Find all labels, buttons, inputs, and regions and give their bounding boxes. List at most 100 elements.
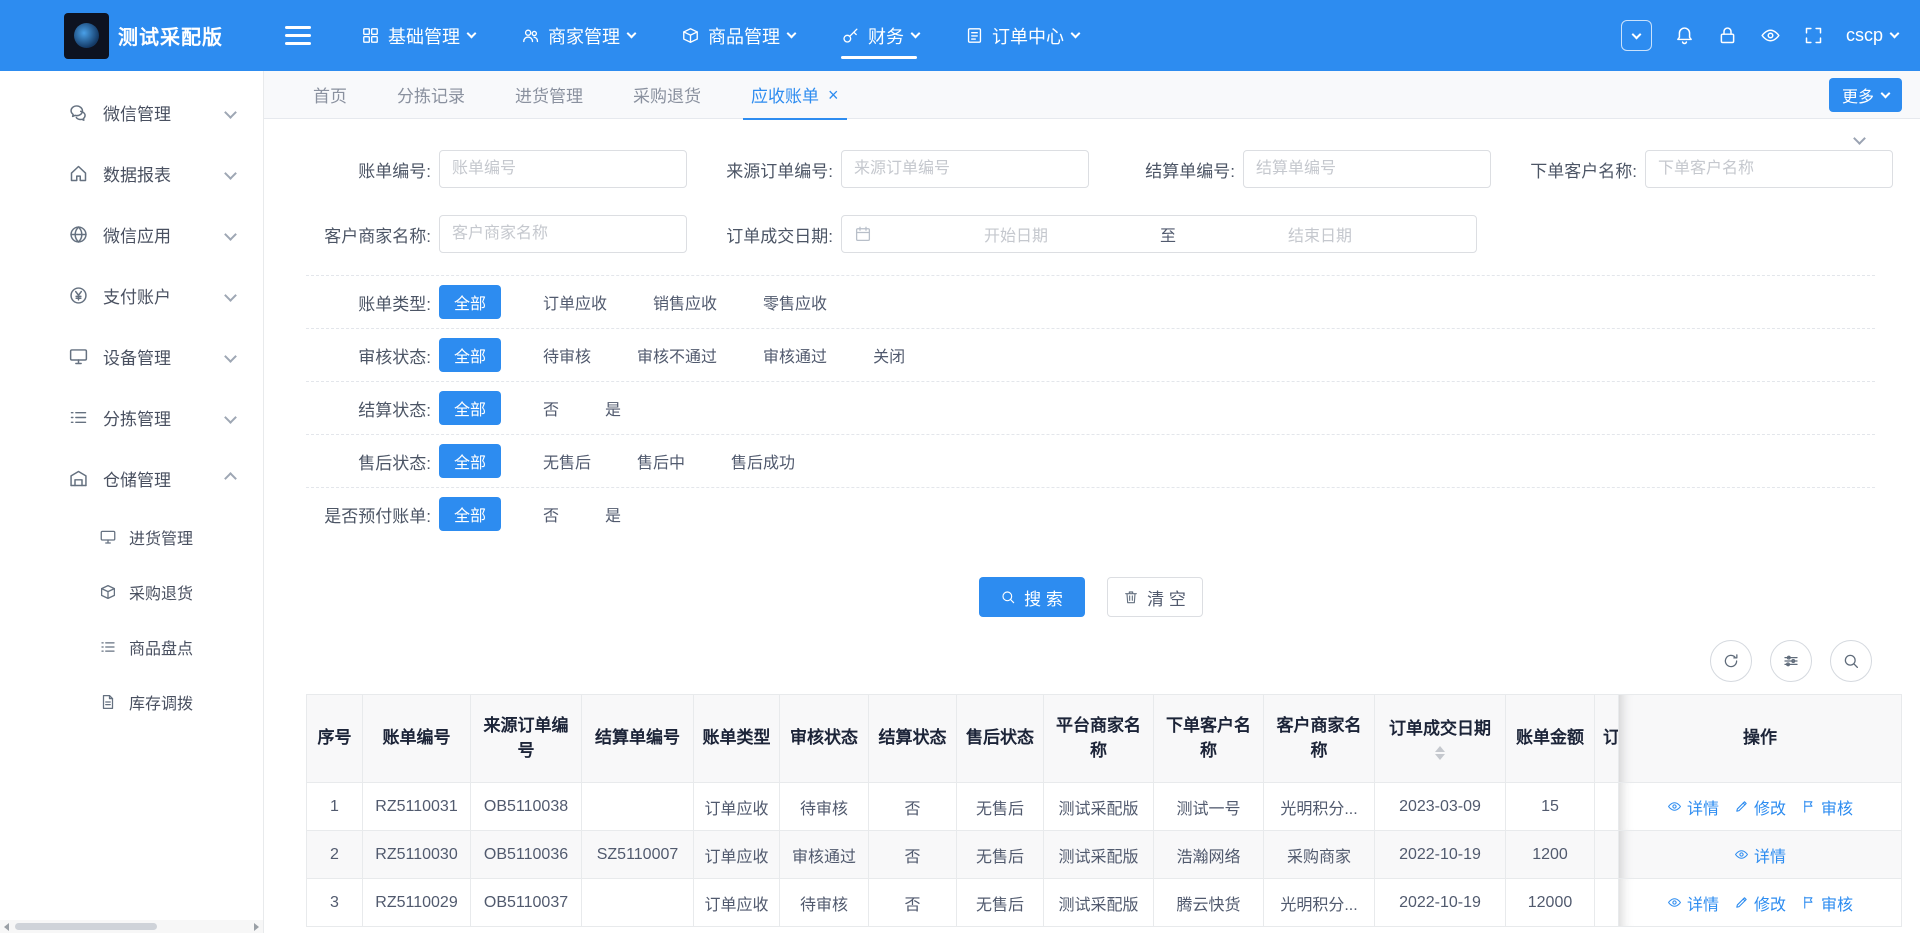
- settlement-no-input[interactable]: [1243, 150, 1491, 188]
- customer-name-input[interactable]: [1645, 150, 1893, 188]
- prepaid-option[interactable]: 是: [605, 502, 621, 526]
- customer-merchant-input[interactable]: [439, 215, 687, 253]
- tab-purchase-return[interactable]: 采购退货: [625, 71, 709, 119]
- audit-status-all-button[interactable]: 全部: [439, 338, 502, 372]
- clear-button[interactable]: 清 空: [1106, 577, 1203, 617]
- table-cell: RZ5110029: [362, 878, 471, 927]
- sort-icons[interactable]: [1435, 745, 1445, 760]
- purchase-in-icon: [99, 528, 117, 546]
- audit-link[interactable]: 审核: [1801, 795, 1853, 819]
- detail-link[interactable]: 详情: [1667, 795, 1719, 819]
- nav-finance[interactable]: 财务: [841, 0, 921, 71]
- bill-type-option[interactable]: 销售应收: [653, 290, 717, 314]
- audit-link[interactable]: 审核: [1801, 891, 1853, 915]
- radio-row-label: 账单类型:: [358, 294, 431, 314]
- eye-icon: [1667, 895, 1682, 910]
- notification-button[interactable]: [1674, 25, 1695, 46]
- aftersale-status-all-button[interactable]: 全部: [439, 444, 502, 478]
- search-button[interactable]: 搜 索: [978, 577, 1085, 617]
- sidebar-subitem-inventory-check[interactable]: 商品盘点: [0, 619, 263, 674]
- settle-status-all-button[interactable]: 全部: [439, 391, 502, 425]
- tab-purchase-in[interactable]: 进货管理: [507, 71, 591, 119]
- bill-type-option[interactable]: 订单应收: [543, 290, 607, 314]
- table-cell: 否: [868, 782, 957, 831]
- tab-receivable-bills[interactable]: 应收账单 ×: [743, 71, 847, 120]
- sidebar-item-label: 设备管理: [103, 349, 171, 368]
- nav-base-management[interactable]: 基础管理: [361, 0, 477, 71]
- tab-home[interactable]: 首页: [305, 71, 355, 119]
- sidebar-subitem-purchase-in[interactable]: 进货管理: [0, 509, 263, 564]
- nav-order-center[interactable]: 订单中心: [965, 0, 1081, 71]
- table-toolbar: [264, 640, 1872, 682]
- refresh-button[interactable]: [1710, 640, 1752, 682]
- prepaid-all-button[interactable]: 全部: [439, 497, 502, 531]
- tab-sorting-records[interactable]: 分拣记录: [389, 71, 473, 119]
- edit-link[interactable]: 修改: [1734, 795, 1786, 819]
- settle-status-option[interactable]: 是: [605, 396, 621, 420]
- scroll-right-icon[interactable]: [254, 922, 259, 931]
- sidebar-toggle-button[interactable]: [285, 26, 311, 45]
- sidebar-item-warehouse[interactable]: 仓储管理: [0, 448, 263, 509]
- nav-merchant-management[interactable]: 商家管理: [521, 0, 637, 71]
- table-cell: 测试一号: [1153, 782, 1264, 831]
- table-row: 3 RZ5110029 OB5110037 订单应收 待审核 否 无售后 测试采…: [306, 878, 1902, 927]
- sidebar-subitem-stock-transfer[interactable]: 库存调拨: [0, 674, 263, 729]
- chevron-down-icon: [466, 28, 477, 39]
- source-order-no-input[interactable]: [841, 150, 1089, 188]
- table-cell: 否: [868, 830, 957, 879]
- more-button[interactable]: 更多: [1828, 77, 1902, 112]
- end-date-placeholder[interactable]: 结束日期: [1176, 222, 1464, 246]
- audit-status-option[interactable]: 关闭: [873, 343, 905, 367]
- aftersale-status-option[interactable]: 售后成功: [731, 449, 795, 473]
- sidebar-item-device[interactable]: 设备管理: [0, 326, 263, 387]
- user-menu[interactable]: cscp: [1846, 25, 1900, 46]
- preview-button[interactable]: [1760, 25, 1781, 46]
- settle-status-option[interactable]: 否: [543, 396, 559, 420]
- scroll-left-icon[interactable]: [4, 922, 9, 931]
- table-row: 2 RZ5110030 OB5110036 SZ5110007 订单应收 审核通…: [306, 830, 1902, 879]
- prepaid-option[interactable]: 否: [543, 502, 559, 526]
- sidebar-item-sorting[interactable]: 分拣管理: [0, 387, 263, 448]
- lock-button[interactable]: [1717, 25, 1738, 46]
- sort-desc-icon[interactable]: [1435, 753, 1445, 760]
- date-range-picker[interactable]: 开始日期 至 结束日期: [841, 215, 1477, 253]
- tab-bar: 首页 分拣记录 进货管理 采购退货 应收账单 × 更多: [264, 71, 1920, 120]
- aftersale-status-option[interactable]: 售后中: [637, 449, 685, 473]
- sidebar-item-wechat[interactable]: 微信管理: [0, 82, 263, 143]
- aftersale-status-option[interactable]: 无售后: [543, 449, 591, 473]
- edit-link[interactable]: 修改: [1734, 891, 1786, 915]
- chevron-down-icon: [224, 289, 237, 302]
- sidebar-scrollbar[interactable]: [0, 920, 263, 933]
- audit-status-option[interactable]: 待审核: [543, 343, 591, 367]
- close-icon[interactable]: ×: [828, 86, 839, 104]
- table-search-button[interactable]: [1830, 640, 1872, 682]
- sidebar-item-label: 分拣管理: [103, 410, 171, 429]
- bill-type-all-button[interactable]: 全部: [439, 285, 502, 319]
- scrollbar-track[interactable]: [13, 922, 250, 931]
- chevron-down-icon: [224, 167, 237, 180]
- bill-type-option[interactable]: 零售应收: [763, 290, 827, 314]
- sidebar-subitem-purchase-return[interactable]: 采购退货: [0, 564, 263, 619]
- detail-link[interactable]: 详情: [1734, 843, 1786, 867]
- device-icon: [68, 346, 89, 367]
- scrollbar-thumb[interactable]: [15, 923, 158, 930]
- sidebar-item-wechat-app[interactable]: 微信应用: [0, 204, 263, 265]
- sidebar-item-label: 仓储管理: [103, 471, 171, 490]
- nav-product-management[interactable]: 商品管理: [681, 0, 797, 71]
- detail-link[interactable]: 详情: [1667, 891, 1719, 915]
- field-label: 结算单编号:: [1145, 161, 1235, 181]
- table-cell: 浩瀚网络: [1153, 830, 1264, 879]
- sidebar-item-data-report[interactable]: 数据报表: [0, 143, 263, 204]
- sidebar-item-payment-account[interactable]: 支付账户: [0, 265, 263, 326]
- audit-status-option[interactable]: 审核通过: [763, 343, 827, 367]
- table-cell: 12000: [1505, 878, 1595, 927]
- start-date-placeholder[interactable]: 开始日期: [872, 222, 1160, 246]
- header-select[interactable]: [1620, 20, 1652, 51]
- col-audit-status: 审核状态: [779, 694, 869, 783]
- audit-status-option[interactable]: 审核不通过: [637, 343, 717, 367]
- bill-no-input[interactable]: [439, 150, 687, 188]
- fullscreen-button[interactable]: [1803, 25, 1824, 46]
- sort-asc-icon[interactable]: [1435, 745, 1445, 752]
- collapse-filter-icon[interactable]: [1853, 131, 1866, 146]
- column-settings-button[interactable]: [1770, 640, 1812, 682]
